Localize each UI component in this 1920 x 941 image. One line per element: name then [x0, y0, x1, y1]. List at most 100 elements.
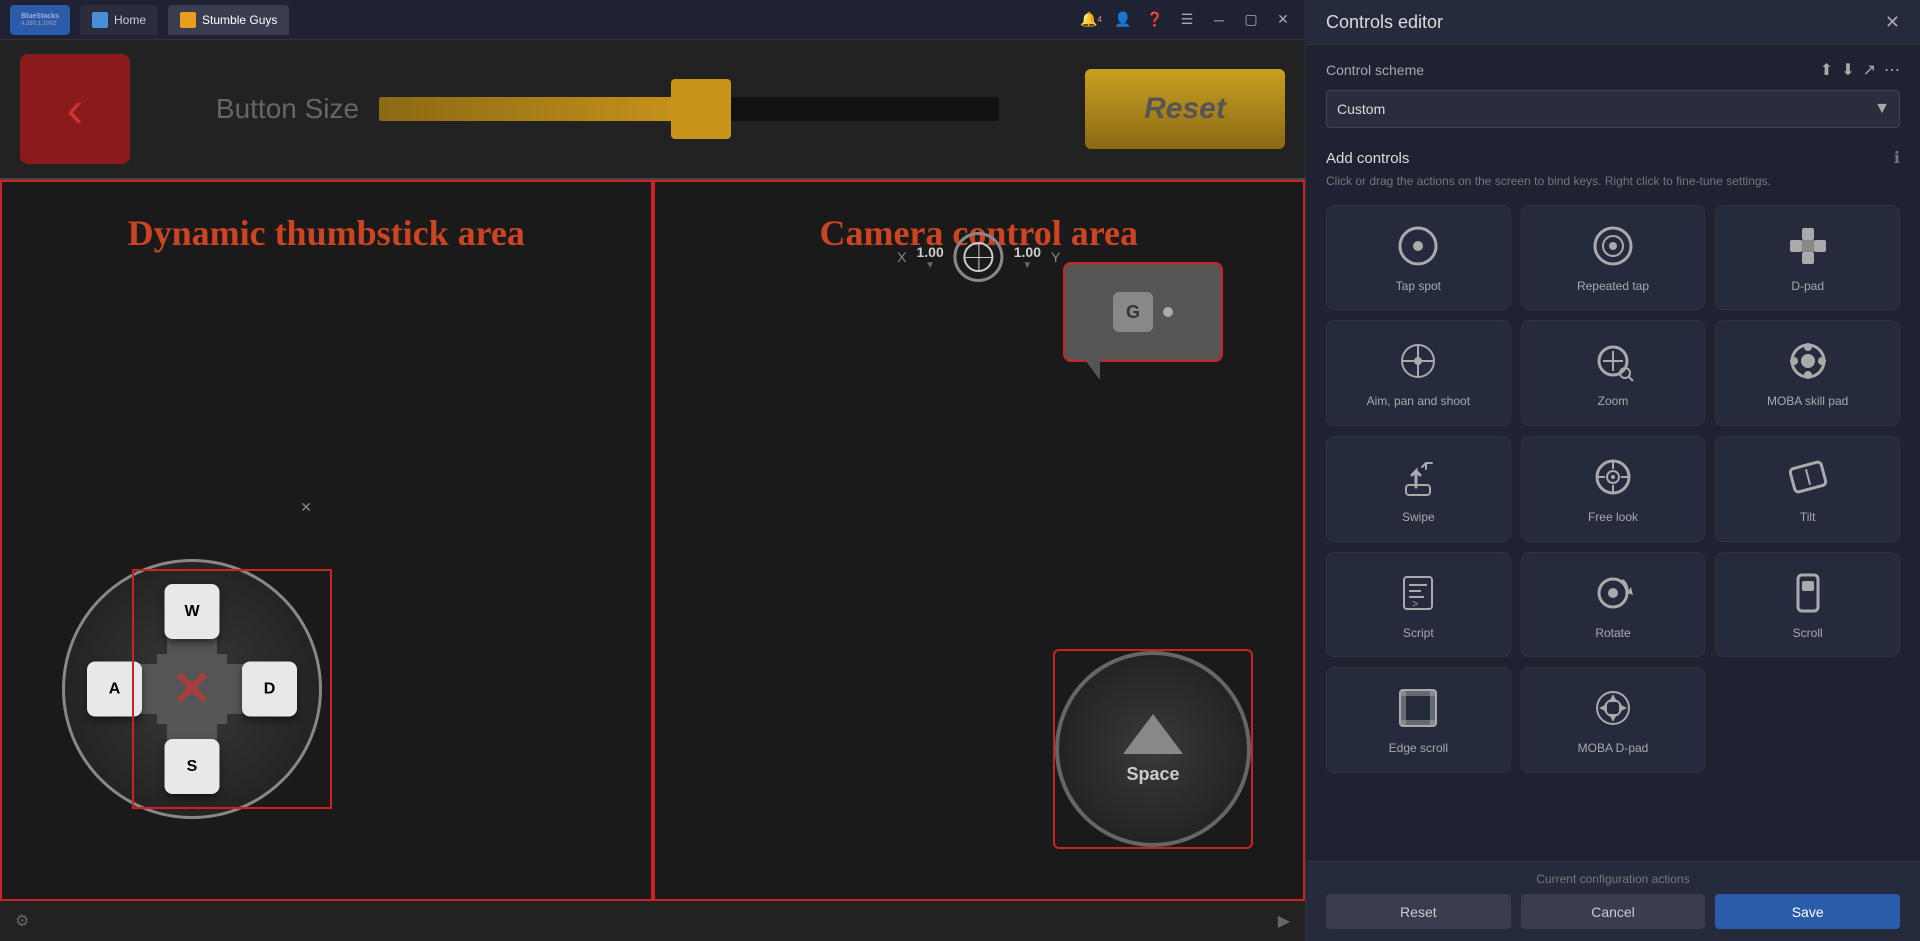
control-item-dpad[interactable]: D-pad [1715, 205, 1900, 311]
free-look-icon [1588, 452, 1638, 502]
slider-thumb[interactable] [671, 79, 731, 139]
editor-title: Controls editor [1326, 12, 1443, 33]
y-coord-group: 1.00 ▼ [1014, 244, 1041, 271]
dpad-cross: ✕ W S A D [102, 599, 282, 779]
main-game-area: BlueStacks4.280.1.1002 Home Stumble Guys… [0, 0, 1305, 941]
config-cancel-button[interactable]: Cancel [1521, 894, 1706, 929]
button-size-section: Button Size [150, 93, 1065, 125]
scheme-share-btn[interactable]: ↗ [1863, 60, 1876, 80]
settings-icon[interactable]: ⚙ [15, 911, 29, 931]
add-controls-info-icon[interactable]: ℹ [1894, 148, 1900, 168]
control-item-swipe[interactable]: Swipe [1326, 436, 1511, 542]
tilt-label: Tilt [1800, 510, 1816, 526]
scheme-actions: ⬆ ⬇ ↗ ⋯ [1820, 60, 1900, 80]
y-arrow-down: ▼ [1022, 260, 1032, 271]
scheme-upload-btn[interactable]: ⬆ [1820, 60, 1833, 80]
edge-scroll-icon [1393, 683, 1443, 733]
aim-pan-shoot-label: Aim, pan and shoot [1367, 394, 1470, 410]
expand-icon[interactable]: ▶ [1278, 911, 1290, 931]
title-bar-controls: 🔔4 👤 ❓ ☰ ─ ▢ ✕ [1079, 8, 1295, 32]
config-actions-label: Current configuration actions [1326, 872, 1900, 886]
rotate-icon [1588, 568, 1638, 618]
menu-btn[interactable]: ☰ [1175, 8, 1199, 32]
reset-button[interactable]: Reset [1085, 69, 1285, 149]
config-buttons: Reset Cancel Save [1326, 894, 1900, 929]
controls-grid: Tap spot Repeated tap [1326, 205, 1900, 773]
x-coord-group: 1.00 ▼ [917, 244, 944, 271]
control-item-tap-spot[interactable]: Tap spot [1326, 205, 1511, 311]
control-item-scroll[interactable]: Scroll [1715, 552, 1900, 658]
scheme-more-btn[interactable]: ⋯ [1884, 60, 1900, 80]
chat-key-g: G [1113, 292, 1153, 332]
account-btn[interactable]: 👤 [1111, 8, 1135, 32]
control-item-free-look[interactable]: Free look [1521, 436, 1706, 542]
control-item-script[interactable]: >_ Script [1326, 552, 1511, 658]
crosshair-icon[interactable] [954, 232, 1004, 282]
dpad-container: ✕ W S A D [62, 559, 322, 819]
help-btn[interactable]: ❓ [1143, 8, 1167, 32]
button-size-slider[interactable] [379, 97, 999, 121]
game-zones: Dynamic thumbstick area ✕ [0, 180, 1305, 901]
control-item-tilt[interactable]: Tilt [1715, 436, 1900, 542]
left-zone-title: Dynamic thumbstick area [128, 212, 525, 254]
control-item-moba-skill-pad[interactable]: MOBA skill pad [1715, 320, 1900, 426]
editor-body: Control scheme ⬆ ⬇ ↗ ⋯ Custom ▼ Add cont… [1306, 45, 1920, 861]
moba-skill-pad-icon [1783, 336, 1833, 386]
dpad-center: ✕ [157, 654, 227, 724]
maximize-btn[interactable]: ▢ [1239, 8, 1263, 32]
tap-spot-icon [1393, 221, 1443, 271]
slider-fill [379, 97, 701, 121]
dpad-key-down: S [165, 739, 220, 794]
add-controls-title: Add controls [1326, 150, 1409, 167]
dpad-key-up: W [165, 584, 220, 639]
space-control[interactable]: Space [1053, 649, 1253, 849]
back-button[interactable]: ‹ [20, 54, 130, 164]
control-item-moba-dpad[interactable]: MOBA D-pad [1521, 667, 1706, 773]
bluestacks-logo: BlueStacks4.280.1.1002 [10, 5, 70, 35]
button-size-label: Button Size [216, 93, 359, 125]
notification-btn[interactable]: 🔔4 [1079, 8, 1103, 32]
tap-spot-label: Tap spot [1396, 279, 1441, 295]
control-item-edge-scroll[interactable]: Edge scroll [1326, 667, 1511, 773]
editor-close-button[interactable]: ✕ [1885, 12, 1900, 33]
tab-stumble-guys-label: Stumble Guys [202, 13, 277, 27]
x-coord-value: 1.00 [917, 244, 944, 260]
control-item-aim-pan-shoot[interactable]: Aim, pan and shoot [1326, 320, 1511, 426]
dpad-key-left: A [87, 662, 142, 717]
svg-text:>_: >_ [1413, 599, 1425, 610]
free-look-label: Free look [1588, 510, 1638, 526]
chat-bubble-tail [1085, 360, 1100, 380]
tab-stumble-guys[interactable]: Stumble Guys [168, 5, 289, 35]
dpad-x-mark: ✕ [300, 499, 312, 516]
tab-home[interactable]: Home [80, 5, 158, 35]
x-coord-label: X [897, 249, 906, 265]
left-zone-dynamic-thumbstick: Dynamic thumbstick area ✕ [0, 180, 653, 901]
scheme-select[interactable]: Custom [1326, 90, 1900, 128]
edge-scroll-label: Edge scroll [1389, 741, 1448, 757]
config-reset-button[interactable]: Reset [1326, 894, 1511, 929]
close-btn[interactable]: ✕ [1271, 8, 1295, 32]
bottom-bar: ⚙ ▶ [0, 901, 1305, 941]
aim-pan-shoot-icon [1393, 336, 1443, 386]
scheme-download-btn[interactable]: ⬇ [1841, 60, 1854, 80]
script-icon: >_ [1393, 568, 1443, 618]
scroll-icon [1783, 568, 1833, 618]
config-save-button[interactable]: Save [1715, 894, 1900, 929]
minimize-btn[interactable]: ─ [1207, 8, 1231, 32]
control-item-zoom[interactable]: Zoom [1521, 320, 1706, 426]
space-circle: Space [1055, 651, 1251, 847]
back-arrow-icon: ‹ [67, 84, 84, 134]
control-item-rotate[interactable]: Rotate [1521, 552, 1706, 658]
tab-home-label: Home [114, 13, 146, 27]
control-item-repeated-tap[interactable]: Repeated tap [1521, 205, 1706, 311]
dpad-x-icon: ✕ [172, 661, 212, 717]
chat-control[interactable]: G [1063, 262, 1223, 362]
config-actions: Current configuration actions Reset Canc… [1306, 861, 1920, 941]
scheme-select-wrapper: Custom ▼ [1326, 90, 1900, 128]
add-controls-desc: Click or drag the actions on the screen … [1326, 173, 1900, 190]
space-label: Space [1126, 764, 1179, 785]
swipe-icon [1393, 452, 1443, 502]
y-coord-label: Y [1051, 249, 1060, 265]
repeated-tap-label: Repeated tap [1577, 279, 1649, 295]
control-scheme-section: Control scheme ⬆ ⬇ ↗ ⋯ Custom ▼ [1326, 60, 1900, 128]
